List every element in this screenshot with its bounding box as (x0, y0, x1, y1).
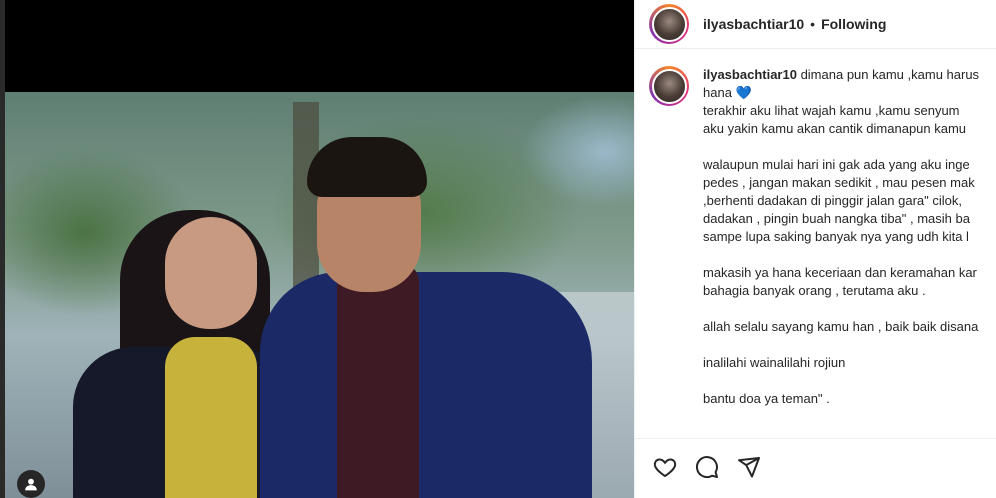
woman-face (165, 217, 257, 329)
paper-plane-icon (738, 457, 760, 478)
caption-line: dadakan , pingin buah nangka tiba" , mas… (703, 211, 970, 226)
following-button[interactable]: Following (821, 16, 886, 32)
caption-gap (703, 300, 979, 318)
heart-outline-icon (653, 458, 677, 478)
caption-gap (703, 336, 979, 354)
woman-top (165, 337, 257, 498)
comment-bubble-icon (695, 456, 718, 479)
caption-line: hana 💙 (703, 84, 979, 102)
post-sidebar: ilyasbachtiar10 • Following ilyasbachtia… (634, 0, 996, 498)
man-hair (307, 137, 427, 197)
user-silhouette-icon (25, 478, 37, 491)
user-tag-button[interactable] (17, 470, 45, 498)
caption-line: ,berhenti dadakan di pinggir jalan gara"… (703, 193, 963, 208)
caption-line: allah selalu sayang kamu han , baik baik… (703, 319, 979, 334)
caption-username[interactable]: ilyasbachtiar10 (703, 67, 797, 82)
caption-line: ilyasbachtiar10 dimana pun kamu ,kamu ha… (703, 66, 979, 84)
caption-line: terakhir aku lihat wajah kamu ,kamu seny… (703, 103, 960, 118)
like-button[interactable] (651, 453, 679, 481)
caption-line: bantu doa ya teman" . (703, 391, 830, 406)
comment-button[interactable] (693, 453, 721, 481)
caption-avatar-wrap (649, 66, 689, 436)
avatar[interactable] (651, 6, 687, 42)
caption-line: bahagia banyak orang , terutama aku . (703, 283, 926, 298)
caption-section: ilyasbachtiar10 dimana pun kamu ,kamu ha… (649, 66, 996, 436)
caption-gap (703, 138, 979, 156)
caption-gap (703, 246, 979, 264)
man-turtleneck (337, 262, 419, 498)
post-media[interactable] (0, 0, 634, 498)
man-coat (260, 272, 592, 498)
caption-line-text: dimana pun kamu ,kamu harus (796, 67, 980, 82)
separator-dot: • (810, 16, 816, 32)
caption-gap (703, 372, 979, 390)
post-photo[interactable] (5, 92, 634, 498)
caption-avatar[interactable] (651, 68, 687, 104)
profile-avatar-ring[interactable] (649, 4, 689, 44)
blue-heart-emoji: 💙 (735, 85, 752, 100)
caption-line: sampe lupa saking banyak nya yang udh ki… (703, 229, 969, 244)
header-username[interactable]: ilyasbachtiar10 (703, 16, 804, 32)
caption-text: ilyasbachtiar10 dimana pun kamu ,kamu ha… (703, 66, 979, 436)
caption-line: makasih ya hana keceriaan dan keramahan … (703, 265, 977, 280)
share-button[interactable] (735, 453, 763, 481)
action-bar (635, 438, 996, 498)
caption-line: walaupun mulai hari ini gak ada yang aku… (703, 157, 970, 172)
caption-line: aku yakin kamu akan cantik dimanapun kam… (703, 121, 967, 136)
caption-line: inalilahi wainalilahi rojiun (703, 355, 846, 370)
caption-line: pedes , jangan makan sedikit , mau pesen… (703, 175, 975, 190)
post-header: ilyasbachtiar10 • Following (635, 0, 996, 49)
caption-line-text: hana (703, 85, 732, 100)
caption-avatar-ring[interactable] (649, 66, 689, 106)
